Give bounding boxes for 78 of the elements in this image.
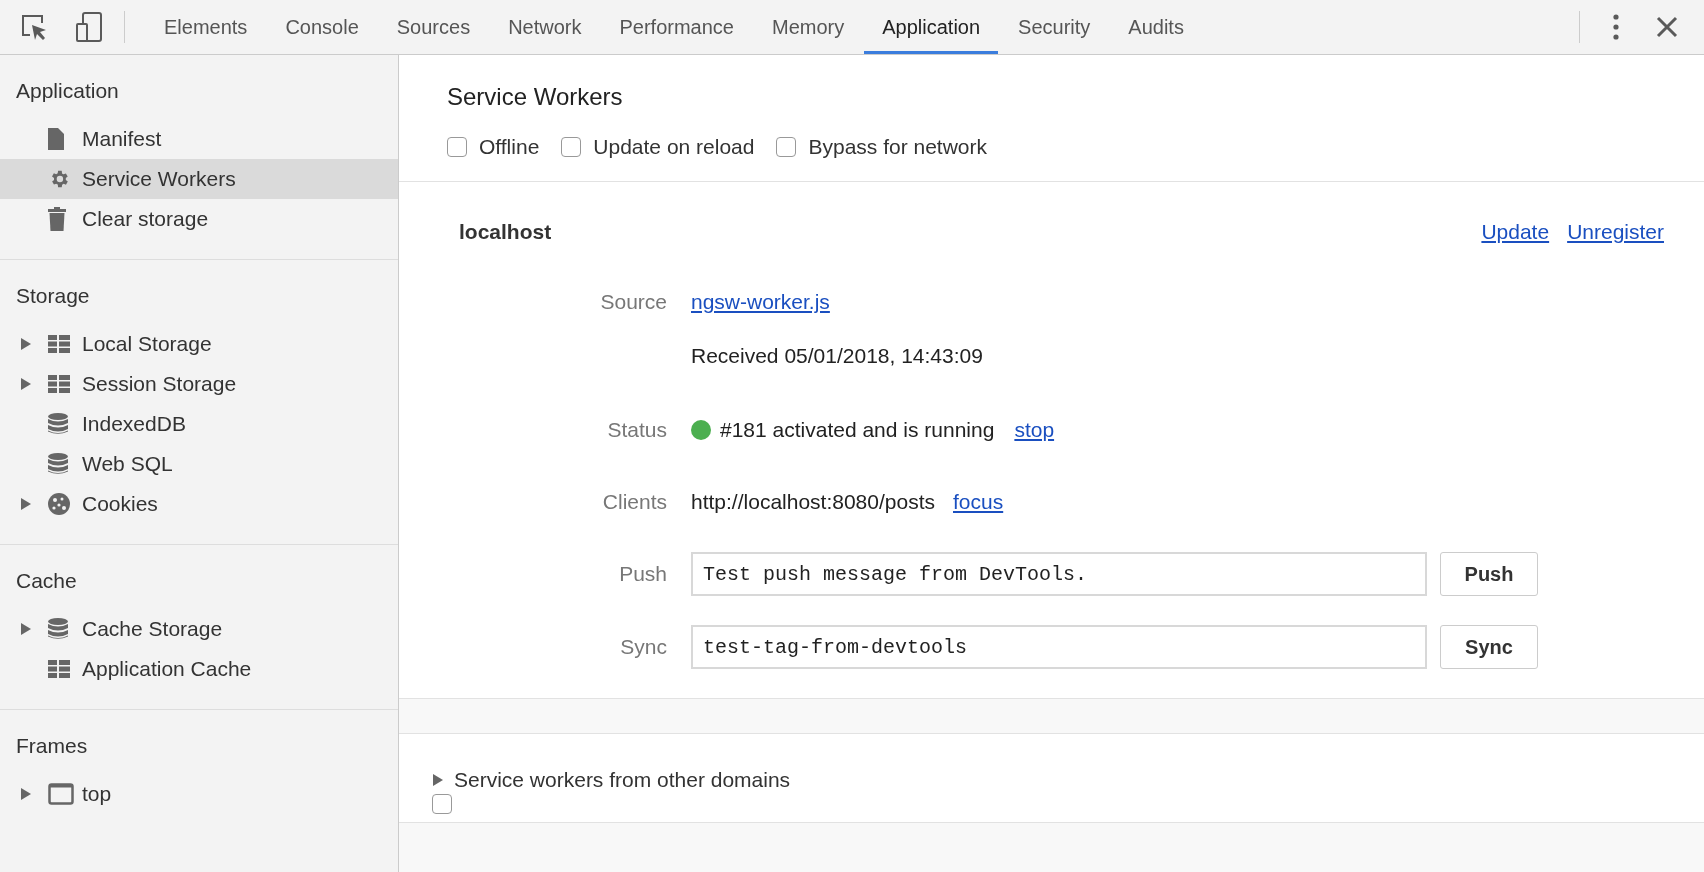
received-time: Received 05/01/2018, 14:43:09: [691, 344, 983, 368]
field-label: Status: [606, 418, 667, 442]
source-link[interactable]: ngsw-worker.js: [691, 290, 830, 314]
table-icon: [48, 375, 70, 393]
focus-link[interactable]: focus: [953, 490, 1004, 514]
sidebar-item[interactable]: Application Cache: [0, 649, 398, 689]
database-icon: [48, 453, 68, 475]
sidebar-item-label: Cookies: [82, 492, 158, 516]
sidebar-item[interactable]: Local Storage: [0, 324, 398, 364]
client-url: http://localhost:8080/posts: [691, 490, 935, 514]
expand-arrow-icon[interactable]: [20, 622, 32, 636]
expand-arrow-icon[interactable]: [20, 787, 32, 801]
sidebar-item-label: top: [82, 782, 112, 806]
checkbox[interactable]: [447, 137, 467, 157]
field-label: Clients: [601, 490, 667, 514]
field-label: Sync: [619, 635, 667, 659]
checkbox-label: Bypass for network: [808, 135, 988, 159]
sidebar-item[interactable]: Web SQL: [0, 444, 398, 484]
panel-title: Service Workers: [447, 83, 624, 111]
expand-arrow-icon[interactable]: [20, 337, 32, 351]
panel-tab[interactable]: Security: [1000, 0, 1109, 54]
checkbox[interactable]: [776, 137, 797, 157]
sidebar-item-label: Session Storage: [82, 372, 237, 396]
checkbox-label: Offline: [479, 135, 540, 159]
sync-button[interactable]: Sync: [1440, 625, 1538, 669]
expand-arrow-icon[interactable]: [432, 773, 444, 787]
push-button[interactable]: Push: [1440, 552, 1538, 596]
trash-icon: [48, 207, 66, 231]
sidebar-item[interactable]: Clear storage: [0, 199, 398, 239]
sidebar-item-label: Manifest: [82, 127, 162, 151]
sidebar-item[interactable]: Manifest: [0, 119, 398, 159]
panel-tab[interactable]: Audits: [1110, 0, 1202, 54]
table-icon: [48, 660, 70, 678]
sidebar-item[interactable]: Cookies: [0, 484, 398, 524]
checkbox-label: Update on reload: [593, 135, 755, 159]
section-toggle-label[interactable]: Service workers from other domains: [454, 768, 791, 792]
sidebar-item-label: Service Workers: [82, 167, 236, 191]
sidebar-item[interactable]: Service Workers: [0, 159, 398, 199]
field-label: Source: [599, 290, 667, 314]
worker-action-link[interactable]: Unregister: [1567, 220, 1664, 244]
panel-tab[interactable]: Elements: [146, 0, 266, 54]
status-text: #181 activated and is running: [720, 418, 995, 442]
sync-input-field[interactable]: test-tag-from-devtools: [691, 625, 1427, 669]
database-icon: [48, 618, 68, 640]
sidebar-item[interactable]: Session Storage: [0, 364, 398, 404]
sidebar-item-label: IndexedDB: [82, 412, 186, 436]
panel-tab[interactable]: Console: [267, 0, 377, 54]
worker-action-link[interactable]: Update: [1481, 220, 1550, 244]
panel-tab[interactable]: Sources: [378, 0, 489, 54]
expand-arrow-icon[interactable]: [20, 377, 32, 391]
field-label: Push: [618, 562, 667, 586]
document-icon: [48, 128, 64, 150]
cookie-icon: [48, 493, 70, 515]
sidebar-item-label: Clear storage: [82, 207, 209, 231]
device-toolbar-icon[interactable]: [74, 10, 104, 44]
sidebar-item-label: Local Storage: [82, 332, 212, 356]
sidebar-section-title: Cache: [15, 568, 78, 594]
sidebar-item[interactable]: Cache Storage: [0, 609, 398, 649]
expand-arrow-icon[interactable]: [20, 497, 32, 511]
sidebar-item-label: Cache Storage: [82, 617, 223, 641]
checkbox[interactable]: [432, 794, 452, 814]
sidebar-section-title: Application: [15, 78, 120, 104]
push-input-field[interactable]: Test push message from DevTools.: [691, 552, 1427, 596]
sidebar-section-title: Frames: [15, 733, 89, 759]
sidebar-item-label: Web SQL: [82, 452, 173, 476]
sidebar-section-title: Storage: [15, 283, 91, 309]
stop-link[interactable]: stop: [1014, 418, 1055, 442]
sidebar-item[interactable]: top: [0, 774, 398, 814]
database-icon: [48, 413, 68, 435]
sidebar-item-label: Application Cache: [82, 657, 252, 681]
worker-scope: localhost: [459, 220, 553, 244]
table-icon: [48, 335, 70, 353]
panel-tab[interactable]: Network: [490, 0, 600, 54]
frame-icon: [48, 783, 74, 805]
panel-tab[interactable]: Performance: [601, 0, 752, 54]
sidebar-item[interactable]: IndexedDB: [0, 404, 398, 444]
checkbox[interactable]: [561, 137, 582, 157]
panel-tab[interactable]: Memory: [754, 0, 863, 54]
